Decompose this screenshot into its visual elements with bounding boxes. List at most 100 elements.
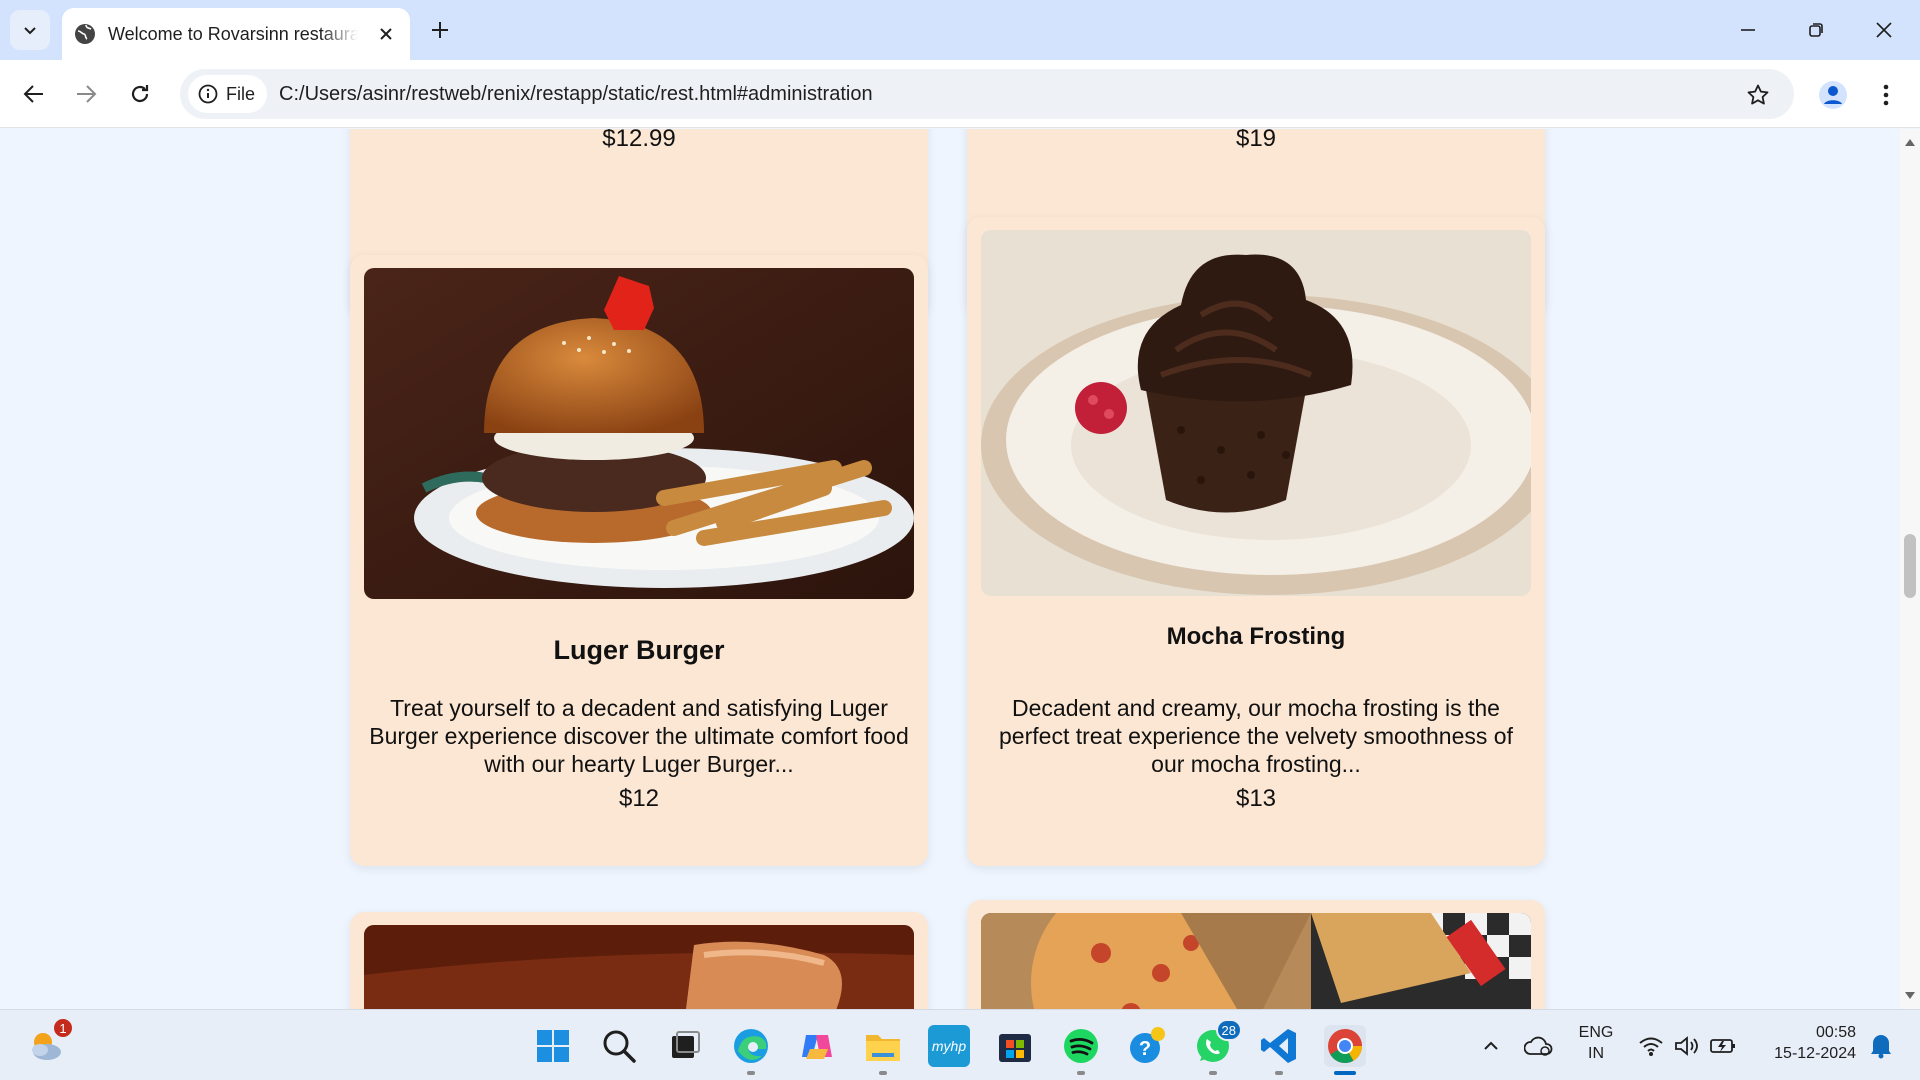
clock-time: 00:58: [1815, 1024, 1856, 1041]
tab-close-icon[interactable]: [374, 22, 398, 46]
copilot-taskbar-button[interactable]: [796, 1025, 838, 1067]
chevron-up-icon: [1484, 1041, 1498, 1050]
scrollbar-thumb[interactable]: [1904, 534, 1916, 598]
menu-item-price: $19: [1235, 129, 1277, 152]
search-button[interactable]: [598, 1025, 640, 1067]
page-scrollbar[interactable]: [1900, 129, 1920, 1009]
menu-button[interactable]: [1870, 74, 1902, 116]
tab-search-button[interactable]: [10, 10, 50, 50]
bookmark-star-icon[interactable]: [1744, 81, 1772, 109]
spotify-icon: [1064, 1029, 1098, 1063]
region-code: IN: [1588, 1045, 1604, 1062]
whatsapp-badge: 28: [1215, 1019, 1242, 1041]
burger-image: [364, 268, 914, 599]
info-icon: [198, 84, 218, 104]
arrow-right-icon: [77, 85, 97, 103]
vscode-icon: [1261, 1029, 1296, 1063]
more-vert-icon: [1883, 84, 1889, 106]
food-image: [364, 925, 914, 1009]
bell-icon: [1871, 1035, 1891, 1059]
arrow-left-icon: [23, 85, 43, 103]
globe-icon: [74, 23, 96, 45]
speaker-icon: [1675, 1036, 1698, 1056]
reload-button[interactable]: [120, 74, 160, 114]
battery-charging-icon: [1710, 1039, 1735, 1053]
notifications-button[interactable]: [1860, 1025, 1902, 1067]
active-indicator: [1334, 1071, 1356, 1075]
menu-card-bottom-right: [967, 900, 1545, 1009]
start-button[interactable]: [532, 1025, 574, 1067]
task-view-button[interactable]: [664, 1025, 706, 1067]
profile-button[interactable]: [1812, 74, 1854, 116]
menu-card-luger-burger: Luger Burger Treat yourself to a decaden…: [350, 255, 928, 866]
menu-item-title: Luger Burger: [553, 635, 725, 665]
folder-icon: [866, 1035, 900, 1061]
store-taskbar-button[interactable]: [994, 1025, 1036, 1067]
task-view-icon: [672, 1031, 700, 1058]
url-text[interactable]: C:/Users/asinr/restweb/renix/restapp/sta…: [279, 83, 873, 106]
running-indicator: [1077, 1071, 1085, 1075]
show-hidden-icons-button[interactable]: [1470, 1025, 1512, 1067]
chrome-icon: [1328, 1029, 1362, 1063]
site-info-label: File: [226, 83, 256, 104]
clock[interactable]: 00:58 15-12-2024: [1756, 1022, 1856, 1064]
browser-toolbar: File C:/Users/asinr/restweb/renix/restap…: [0, 60, 1920, 128]
avatar-icon: [1819, 81, 1847, 109]
windows-taskbar: 1 myhp ? 28 ENG IN 00:58 15-12-2024: [0, 1009, 1920, 1080]
cupcake-image: [981, 230, 1531, 596]
language-code: ENG: [1578, 1024, 1614, 1041]
menu-card-mocha-frosting: Mocha Frosting Decadent and creamy, our …: [967, 217, 1545, 866]
minimize-button[interactable]: [1718, 8, 1778, 52]
onedrive-tray-button[interactable]: [1518, 1025, 1560, 1067]
battery-tray-button[interactable]: [1702, 1025, 1744, 1067]
scroll-down-icon[interactable]: [1905, 992, 1915, 999]
site-info-chip[interactable]: File: [188, 75, 268, 113]
wifi-icon: [1639, 1037, 1663, 1056]
chevron-down-icon: [24, 27, 36, 35]
edge-icon: [734, 1029, 768, 1063]
help-taskbar-button[interactable]: ?: [1126, 1025, 1168, 1067]
help-icon: ?: [1130, 1027, 1165, 1063]
pizza-image: [981, 913, 1531, 1009]
clock-date: 15-12-2024: [1774, 1045, 1856, 1062]
svg-text:?: ?: [1139, 1038, 1151, 1060]
running-indicator: [1275, 1071, 1283, 1075]
language-indicator[interactable]: ENG IN: [1570, 1022, 1622, 1064]
close-window-button[interactable]: [1854, 8, 1914, 52]
plus-icon: [432, 22, 448, 38]
myhp-taskbar-button[interactable]: myhp: [928, 1025, 970, 1067]
minimize-icon: [1741, 29, 1755, 31]
restore-button[interactable]: [1786, 8, 1846, 52]
menu-item-price: $12.99: [602, 129, 676, 152]
browser-tab[interactable]: Welcome to Rovarsinn restaurant: [62, 8, 410, 60]
menu-item-description: Decadent and creamy, our mocha frosting …: [999, 695, 1513, 777]
cloud-sync-icon: [1524, 1036, 1553, 1056]
new-tab-button[interactable]: [424, 14, 456, 46]
scroll-up-icon[interactable]: [1905, 139, 1915, 146]
vscode-taskbar-button[interactable]: [1258, 1025, 1300, 1075]
running-indicator: [1209, 1071, 1217, 1075]
menu-card-bottom-left: [350, 912, 928, 1009]
tab-title: Welcome to Rovarsinn restaurant: [108, 23, 358, 44]
close-icon: [1876, 22, 1892, 38]
back-button[interactable]: [14, 74, 54, 114]
forward-button[interactable]: [66, 74, 106, 114]
copilot-icon: [802, 1035, 832, 1059]
reload-icon: [131, 85, 149, 103]
weather-badge: 1: [52, 1017, 74, 1039]
windows-icon: [537, 1030, 569, 1062]
menu-item-title: Mocha Frosting: [1166, 623, 1346, 650]
search-icon: [603, 1030, 636, 1063]
tab-strip: Welcome to Rovarsinn restaurant: [0, 0, 1920, 60]
address-bar[interactable]: File C:/Users/asinr/restweb/renix/restap…: [180, 69, 1794, 119]
spotify-taskbar-button[interactable]: [1060, 1025, 1102, 1075]
weather-widget[interactable]: 1: [26, 1017, 74, 1067]
menu-item-price: $12: [618, 785, 660, 812]
edge-taskbar-button[interactable]: [730, 1025, 772, 1075]
myhp-label: myhp: [931, 1038, 967, 1054]
page-viewport: $12.99 $19 Luger Burger Treat yourself t…: [0, 129, 1900, 1009]
menu-item-description: Treat yourself to a decadent and satisfy…: [369, 695, 909, 777]
file-explorer-taskbar-button[interactable]: [862, 1025, 904, 1075]
whatsapp-taskbar-button[interactable]: 28: [1192, 1019, 1242, 1075]
chrome-taskbar-button[interactable]: [1324, 1025, 1366, 1075]
